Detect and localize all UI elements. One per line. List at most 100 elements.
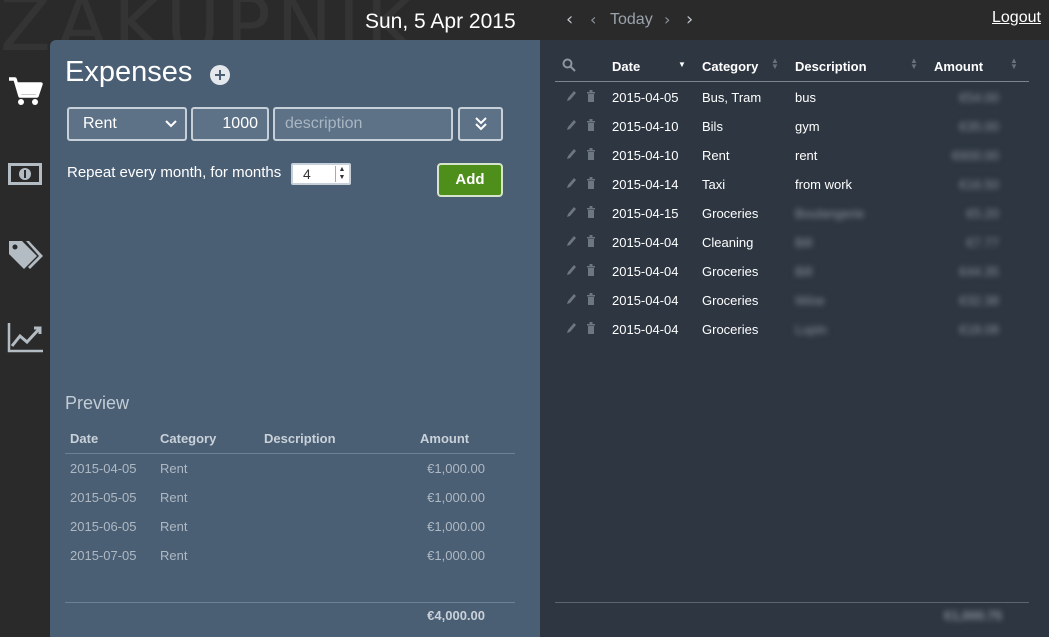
row-date: 2015-04-14 xyxy=(612,177,679,192)
trash-icon[interactable] xyxy=(585,321,597,335)
logout-link[interactable]: Logout xyxy=(992,9,1041,27)
prev-month-button[interactable]: ‹ xyxy=(566,10,573,30)
table-row: 2015-04-04 Groceries Wine €32.38 xyxy=(555,285,1029,314)
search-icon[interactable] xyxy=(562,58,576,75)
sort-icon[interactable]: ▲ ▼ xyxy=(771,57,779,71)
sort-icon[interactable]: ▲ ▼ xyxy=(1010,57,1018,71)
edit-icon[interactable] xyxy=(565,263,577,277)
edit-icon[interactable] xyxy=(565,89,577,103)
preview-row: 2015-04-05 Rent €1,000.00 xyxy=(65,454,515,483)
preview-row: 2015-05-05 Rent €1,000.00 xyxy=(65,483,515,512)
months-stepper[interactable]: 4 ▲ ▼ xyxy=(291,163,351,185)
row-amount: €32.38 xyxy=(959,293,999,308)
category-select[interactable]: Rent xyxy=(67,107,187,141)
table-row: 2015-04-04 Groceries Lupin €18.08 xyxy=(555,314,1029,343)
category-select-value: Rent xyxy=(83,115,117,132)
trash-icon[interactable] xyxy=(585,205,597,219)
prev-day-button[interactable]: ‹ xyxy=(590,10,596,30)
chart-icon[interactable] xyxy=(6,320,44,354)
row-amount: €600.00 xyxy=(952,148,999,163)
trash-icon[interactable] xyxy=(585,292,597,306)
list-header-row: Date ▼ Category ▲ ▼ Description ▲ ▼ Amount… xyxy=(555,56,1029,82)
tags-icon[interactable] xyxy=(6,238,44,272)
current-date: Sun, 5 Apr 2015 xyxy=(365,10,516,33)
row-description: gym xyxy=(795,119,820,134)
edit-icon[interactable] xyxy=(565,321,577,335)
edit-icon[interactable] xyxy=(565,205,577,219)
preview-table: Date Category Description Amount 2015-04… xyxy=(65,428,515,570)
plus-circle-icon[interactable] xyxy=(210,65,230,85)
months-value: 4 xyxy=(303,166,311,182)
list-divider xyxy=(555,602,1029,603)
preview-category: Rent xyxy=(160,461,188,476)
cart-icon[interactable] xyxy=(6,74,44,108)
add-button[interactable]: Add xyxy=(437,163,503,197)
expand-options-button[interactable] xyxy=(458,107,503,141)
table-row: 2015-04-05 Bus, Tram bus €54.00 xyxy=(555,82,1029,111)
trash-icon[interactable] xyxy=(585,263,597,277)
row-amount: €44.35 xyxy=(959,264,999,279)
sort-icon[interactable]: ▲ ▼ xyxy=(910,57,918,71)
row-date: 2015-04-04 xyxy=(612,235,679,250)
description-input[interactable]: description xyxy=(273,107,453,141)
row-category: Cleaning xyxy=(702,235,754,250)
row-category: Bils xyxy=(702,119,723,134)
trash-icon[interactable] xyxy=(585,89,597,103)
next-day-button[interactable]: › xyxy=(664,10,670,30)
trash-icon[interactable] xyxy=(585,147,597,161)
preview-amount: €1,000.00 xyxy=(427,461,485,476)
table-row: 2015-04-10 Bils gym €35.00 xyxy=(555,111,1029,140)
next-month-button[interactable]: › xyxy=(686,10,693,30)
top-bar: Sun, 5 Apr 2015 ‹ ‹ Today › › Logout xyxy=(0,0,1049,40)
row-category: Bus, Tram xyxy=(702,90,762,105)
preview-col-amount: Amount xyxy=(420,431,470,446)
stepper-arrows-icon[interactable]: ▲ ▼ xyxy=(335,166,348,182)
table-row: 2015-04-15 Groceries Boulangerie €5.20 xyxy=(555,198,1029,227)
preview-row: 2015-06-05 Rent €1,000.00 xyxy=(65,512,515,541)
row-date: 2015-04-10 xyxy=(612,148,679,163)
row-description: Boulangerie xyxy=(795,206,865,221)
row-description: Wine xyxy=(795,293,825,308)
trash-icon[interactable] xyxy=(585,234,597,248)
row-amount: €18.08 xyxy=(959,322,999,337)
edit-icon[interactable] xyxy=(565,176,577,190)
col-amount[interactable]: Amount xyxy=(934,59,983,74)
preview-total: €4,000.00 xyxy=(427,608,485,623)
preview-header-row: Date Category Description Amount xyxy=(65,428,515,454)
trash-icon[interactable] xyxy=(585,118,597,132)
edit-icon[interactable] xyxy=(565,118,577,132)
preview-divider xyxy=(65,602,515,603)
preview-date: 2015-07-05 xyxy=(70,548,137,563)
preview-title: Preview xyxy=(65,393,130,413)
edit-icon[interactable] xyxy=(565,234,577,248)
preview-category: Rent xyxy=(160,548,188,563)
chevron-down-icon xyxy=(165,109,177,150)
preview-amount: €1,000.00 xyxy=(427,490,485,505)
col-date[interactable]: Date xyxy=(612,59,640,74)
amount-input[interactable]: 1000 xyxy=(191,107,269,141)
row-date: 2015-04-04 xyxy=(612,322,679,337)
list-total: €1,000.75 xyxy=(944,608,1002,623)
table-row: 2015-04-14 Taxi from work €16.50 xyxy=(555,169,1029,198)
preview-col-description: Description xyxy=(264,431,336,446)
edit-icon[interactable] xyxy=(565,147,577,161)
sort-desc-icon[interactable]: ▼ xyxy=(678,61,686,69)
today-button[interactable]: Today xyxy=(610,11,653,29)
col-description[interactable]: Description xyxy=(795,59,867,74)
preview-col-date: Date xyxy=(70,431,99,446)
edit-icon[interactable] xyxy=(565,292,577,306)
row-category: Groceries xyxy=(702,264,759,279)
col-category[interactable]: Category xyxy=(702,59,758,74)
row-amount: €5.20 xyxy=(966,206,999,221)
preview-amount: €1,000.00 xyxy=(427,548,485,563)
row-amount: €7.77 xyxy=(966,235,999,250)
money-icon[interactable] xyxy=(6,157,44,191)
row-description: rent xyxy=(795,148,818,163)
trash-icon[interactable] xyxy=(585,176,597,190)
row-amount: €16.50 xyxy=(959,177,999,192)
row-date: 2015-04-04 xyxy=(612,293,679,308)
double-chevron-down-icon xyxy=(474,117,488,143)
row-category: Rent xyxy=(702,148,730,163)
row-category: Groceries xyxy=(702,206,759,221)
preview-category: Rent xyxy=(160,519,188,534)
